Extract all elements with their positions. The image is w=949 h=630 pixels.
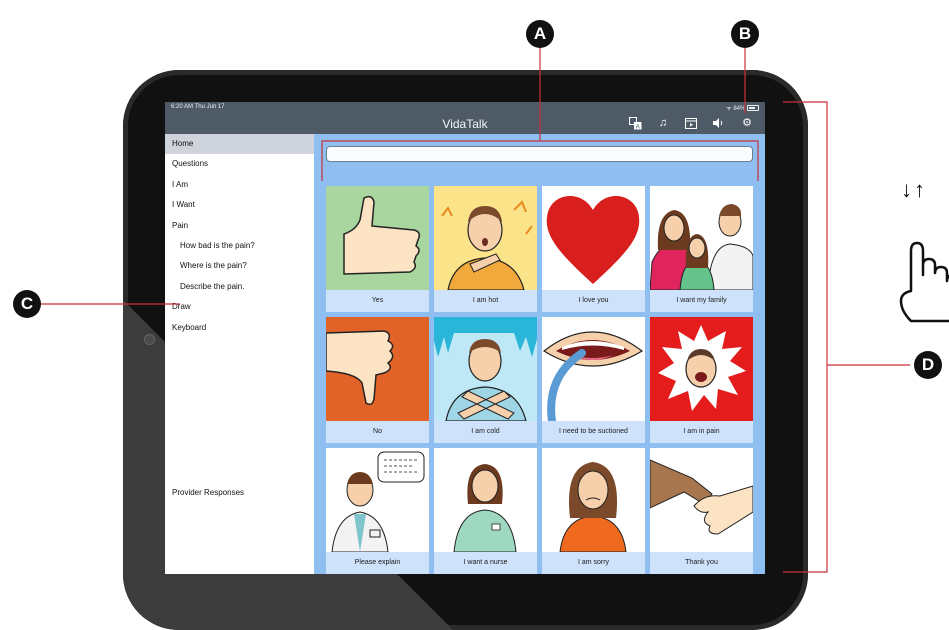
heart-icon (542, 186, 645, 290)
suction-icon (542, 317, 645, 421)
toolbar: A ♫ ⚙ (627, 116, 755, 130)
sidebar-item-pain[interactable]: Pain (165, 216, 314, 236)
pain-face-icon (650, 317, 753, 421)
hot-person-icon (434, 186, 537, 290)
tile-label: I am in pain (683, 428, 720, 435)
doctor-speech-icon (326, 448, 429, 552)
tile-yes[interactable]: Yes (326, 186, 429, 312)
family-icon (650, 186, 753, 290)
message-bar[interactable] (326, 146, 753, 162)
speaker-icon[interactable] (711, 116, 727, 130)
tile-label: I need to be suctioned (559, 428, 628, 435)
tile-label: Please explain (354, 559, 401, 566)
sidebar: Home Questions I Am I Want Pain How bad … (165, 134, 314, 574)
thumbs-up-icon (326, 186, 429, 290)
music-icon[interactable]: ♫ (655, 116, 671, 130)
sidebar-item-where-pain[interactable]: Where is the pain? (165, 256, 314, 276)
tile-i-am-sorry[interactable]: I am sorry (542, 448, 645, 574)
symbol-board: Yes I am hot I love you I want my family… (314, 134, 765, 574)
translate-icon[interactable]: A (627, 116, 643, 130)
tile-label: I love you (578, 297, 609, 304)
sidebar-item-i-want[interactable]: I Want (165, 195, 314, 215)
app-screen: 6:20 AM Thu Jun 17 ᯤ 84% VidaTalk A ♫ ⚙ … (165, 102, 765, 574)
tile-label: I am hot (472, 297, 499, 304)
tile-label: Thank you (685, 559, 718, 566)
tile-i-love-you[interactable]: I love you (542, 186, 645, 312)
tile-label: No (373, 428, 382, 435)
svg-text:A: A (635, 124, 639, 130)
wifi-icon: ᯤ (726, 106, 732, 112)
callout-a: A (526, 20, 554, 48)
sidebar-item-draw[interactable]: Draw (165, 297, 314, 317)
sidebar-item-provider-responses[interactable]: Provider Responses (172, 488, 244, 497)
video-icon[interactable] (683, 116, 699, 130)
callout-c: C (13, 290, 41, 318)
gear-icon[interactable]: ⚙ (739, 116, 755, 130)
tile-no[interactable]: No (326, 317, 429, 443)
hand-pointer-icon (899, 241, 949, 323)
tile-label: I am cold (471, 428, 500, 435)
tile-label: Yes (371, 297, 384, 304)
tile-label: I want my family (676, 297, 727, 304)
sidebar-item-questions[interactable]: Questions (165, 154, 314, 174)
battery-percent: 84% (733, 106, 746, 112)
camera-dot (144, 334, 155, 345)
tile-i-want-my-family[interactable]: I want my family (650, 186, 753, 312)
tile-label: I want a nurse (463, 559, 508, 566)
tile-i-am-in-pain[interactable]: I am in pain (650, 317, 753, 443)
thumbs-down-icon (326, 317, 429, 421)
sidebar-item-keyboard[interactable]: Keyboard (165, 318, 314, 338)
status-right: ᯤ 84% (726, 104, 759, 112)
nurse-icon (434, 448, 537, 552)
callout-b: B (731, 20, 759, 48)
battery-icon (747, 105, 759, 112)
sorry-person-icon (542, 448, 645, 552)
tile-i-need-to-be-suctioned[interactable]: I need to be suctioned (542, 317, 645, 443)
sidebar-item-describe-pain[interactable]: Describe the pain. (165, 277, 314, 297)
sidebar-item-i-am[interactable]: I Am (165, 175, 314, 195)
scroll-gesture-icon: ↓↑ (897, 173, 949, 333)
callout-d: D (914, 351, 942, 379)
handshake-icon (650, 448, 753, 552)
status-time: 6:20 AM Thu Jun 17 (171, 104, 225, 110)
symbol-grid: Yes I am hot I love you I want my family… (326, 186, 753, 574)
tile-i-want-a-nurse[interactable]: I want a nurse (434, 448, 537, 574)
gesture-arrows: ↓↑ (901, 177, 927, 202)
tile-i-am-hot[interactable]: I am hot (434, 186, 537, 312)
sidebar-item-home[interactable]: Home (165, 134, 314, 155)
tile-label: I am sorry (577, 559, 610, 566)
cold-person-icon (434, 317, 537, 421)
tile-please-explain[interactable]: Please explain (326, 448, 429, 574)
tile-i-am-cold[interactable]: I am cold (434, 317, 537, 443)
tile-thank-you[interactable]: Thank you (650, 448, 753, 574)
header-bar: 6:20 AM Thu Jun 17 ᯤ 84% VidaTalk A ♫ ⚙ (165, 102, 765, 134)
sidebar-item-how-bad[interactable]: How bad is the pain? (165, 236, 314, 256)
